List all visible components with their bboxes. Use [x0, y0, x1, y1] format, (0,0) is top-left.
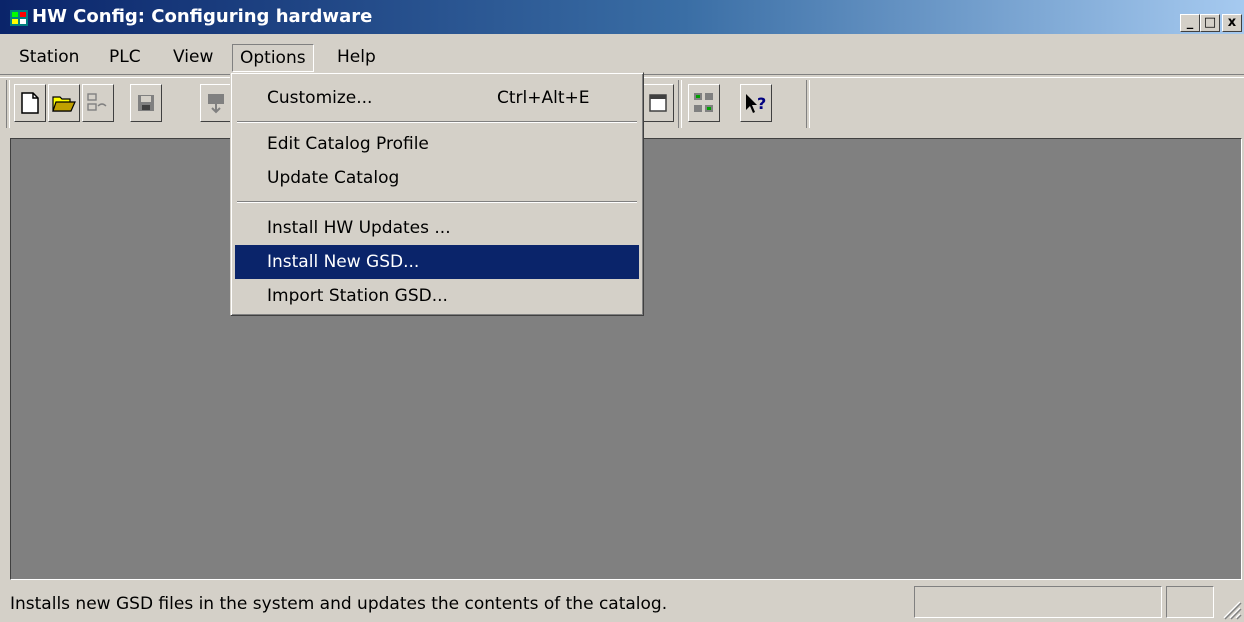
whats-this-button[interactable]: ? [740, 84, 772, 122]
hw-config-app-icon [10, 10, 28, 26]
window-icon [649, 94, 667, 112]
menu-station[interactable]: Station [12, 44, 86, 72]
resize-grip-icon[interactable] [1218, 596, 1242, 620]
close-button[interactable]: x [1222, 14, 1242, 32]
menu-item-import-station-gsd[interactable]: Import Station GSD... [235, 279, 639, 313]
restore-button[interactable]: □ [1200, 14, 1220, 32]
menu-item-label: Import Station GSD... [267, 286, 448, 306]
window-button[interactable] [642, 84, 674, 122]
options-menu: Customize... Ctrl+Alt+E Edit Catalog Pro… [230, 72, 644, 316]
menu-view[interactable]: View [166, 44, 220, 72]
download-button[interactable] [200, 84, 232, 122]
menu-bar: Station PLC View Options Help [0, 40, 1244, 72]
menu-options[interactable]: Options [232, 44, 314, 72]
new-button[interactable] [14, 84, 46, 122]
station-icon [87, 93, 107, 111]
toolbar-end-separator [806, 80, 810, 128]
menu-plc[interactable]: PLC [102, 44, 148, 72]
toolbar-separator [678, 80, 682, 128]
network-button[interactable] [688, 84, 720, 122]
status-panel-2 [1166, 586, 1214, 618]
station-button[interactable] [82, 84, 114, 122]
toolbar-grip [6, 80, 10, 128]
menu-item-shortcut: Ctrl+Alt+E [497, 88, 590, 108]
menu-separator [237, 121, 637, 123]
window-title: HW Config: Configuring hardware [32, 6, 373, 27]
status-text: Installs new GSD files in the system and… [10, 594, 668, 614]
menu-item-install-hw-updates[interactable]: Install HW Updates ... [235, 211, 639, 245]
menu-item-label: Install HW Updates ... [267, 218, 451, 238]
status-panel-1 [914, 586, 1162, 618]
menu-item-label: Edit Catalog Profile [267, 134, 429, 154]
whats-this-icon: ? [746, 94, 766, 113]
new-icon [21, 92, 39, 114]
menu-separator [237, 201, 637, 203]
open-folder-icon [52, 96, 76, 112]
menu-item-edit-catalog-profile[interactable]: Edit Catalog Profile [235, 127, 639, 161]
svg-text:?: ? [757, 94, 766, 113]
menu-item-update-catalog[interactable]: Update Catalog [235, 161, 639, 195]
minimize-button[interactable]: _ [1180, 14, 1200, 32]
download-icon [208, 94, 224, 114]
menu-item-customize[interactable]: Customize... Ctrl+Alt+E [235, 81, 639, 115]
open-button[interactable] [48, 84, 80, 122]
menu-item-label: Update Catalog [267, 168, 400, 188]
network-icon [694, 93, 713, 112]
save-button[interactable] [130, 84, 162, 122]
menu-item-label: Customize... [267, 88, 373, 108]
menu-item-install-new-gsd[interactable]: Install New GSD... [235, 245, 639, 279]
save-icon [138, 95, 154, 111]
menu-help[interactable]: Help [330, 44, 383, 72]
menu-item-label: Install New GSD... [267, 252, 420, 272]
title-bar[interactable]: HW Config: Configuring hardware _ □ x [0, 0, 1244, 34]
